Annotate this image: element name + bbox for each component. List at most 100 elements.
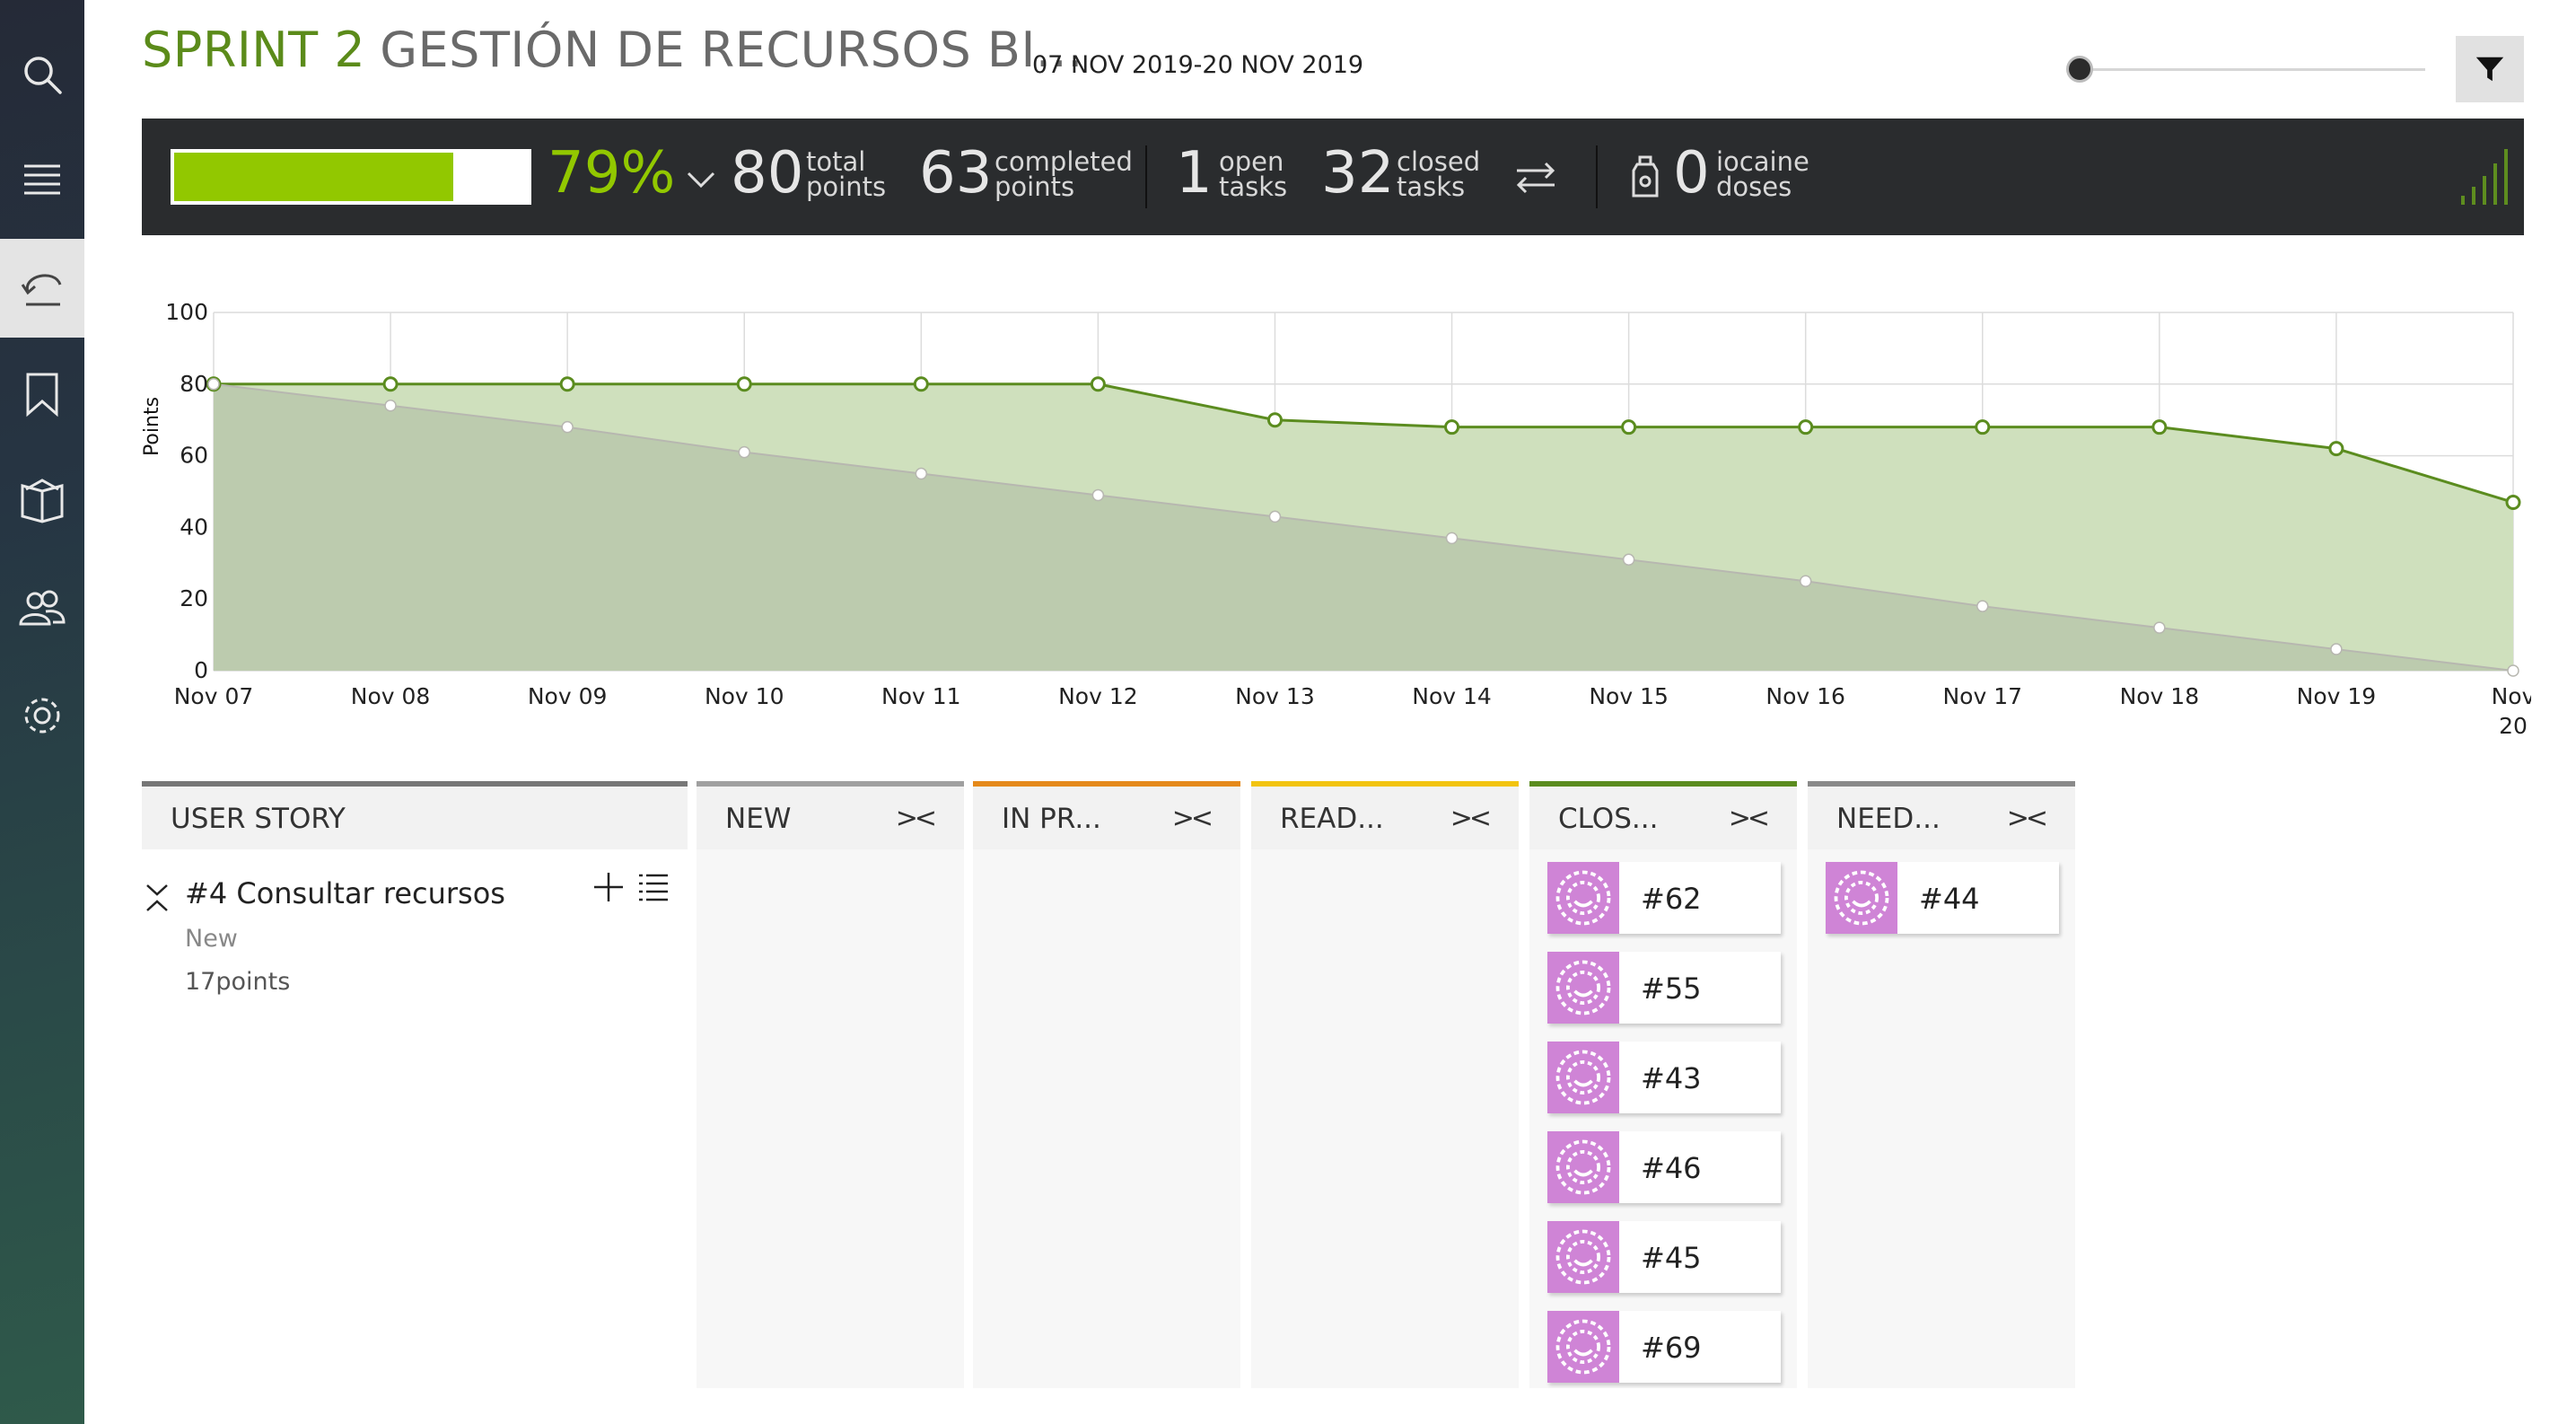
filter-button[interactable]: [2456, 36, 2524, 102]
nav-wiki[interactable]: [0, 451, 84, 549]
avatar[interactable]: [1547, 952, 1619, 1024]
task-ref[interactable]: #62: [1641, 882, 1702, 916]
data-point-1: [1799, 575, 1812, 587]
task-card[interactable]: #45: [1547, 1221, 1781, 1293]
summary-divider: [1596, 145, 1598, 208]
data-point-0: [913, 376, 929, 392]
task-ref[interactable]: #55: [1641, 971, 1702, 1006]
user-story-status[interactable]: New: [185, 925, 238, 953]
x-tick-label: Nov 19: [2297, 683, 2377, 709]
nav-team[interactable]: [0, 558, 84, 657]
burndown-chart: 020406080100 Nov 07 Nov 08 Nov 09 Nov 10 Nov…: [141, 299, 2531, 739]
completed-label-2: points: [994, 171, 1075, 202]
fold-column-icon[interactable]: ><: [2007, 803, 2048, 834]
data-point-1: [915, 467, 928, 480]
task-card[interactable]: #62: [1547, 862, 1781, 934]
x-tick-label: Nov 14: [1412, 683, 1492, 709]
completed-points-value: 63: [919, 140, 993, 207]
zoom-slider[interactable]: [2066, 56, 2425, 83]
fold-column-icon[interactable]: ><: [1729, 803, 1770, 834]
add-task-icon[interactable]: [592, 871, 625, 903]
search-icon: [24, 57, 62, 94]
total-label-2: points: [806, 171, 887, 202]
column-header-needs-info: NEED... ><: [1808, 781, 2075, 849]
data-point-0: [382, 376, 399, 392]
sprint-summary: 79% 80 total points 63 completed points 1 …: [142, 119, 2524, 235]
x-tick-label: Nov 12: [1058, 683, 1138, 709]
avatar[interactable]: [1547, 1042, 1619, 1113]
sidebar: [0, 0, 84, 1424]
sprint-name: SPRINT 2: [142, 22, 366, 78]
collapse-story-icon[interactable]: [144, 878, 171, 914]
y-tick-label: 20: [180, 585, 208, 611]
page-title: SPRINT 2 GESTIÓN DE RECURSOS BI...: [142, 22, 1083, 93]
column-header-user-story: USER STORY: [142, 781, 688, 849]
x-tick-label: Nov 20: [2492, 683, 2531, 739]
task-card[interactable]: #55: [1547, 952, 1781, 1024]
open-label-2: tasks: [1219, 171, 1288, 202]
data-point-0: [1975, 419, 1991, 435]
zoom-knob[interactable]: [2066, 56, 2093, 83]
data-point-1: [2153, 621, 2166, 634]
sprint-icon: [21, 274, 62, 306]
open-tasks-label: open tasks: [1219, 149, 1288, 202]
avatar[interactable]: [1547, 1221, 1619, 1293]
zoom-track[interactable]: [2084, 68, 2425, 71]
data-point-1: [384, 399, 397, 412]
column-header-in-progress: IN PR... ><: [973, 781, 1240, 849]
nav-backlog[interactable]: [0, 131, 84, 230]
x-tick-label: Nov 08: [351, 683, 431, 709]
data-point-1: [738, 445, 750, 459]
swap-icon[interactable]: [1513, 158, 1558, 196]
avatar[interactable]: [1826, 862, 1897, 934]
nav-settings[interactable]: [0, 666, 84, 765]
x-tick-label: Nov 18: [2120, 683, 2200, 709]
nav-bookmarks[interactable]: [0, 345, 84, 444]
y-axis-label: Points: [141, 397, 163, 456]
task-ref[interactable]: #46: [1641, 1151, 1702, 1185]
chevron-down-icon[interactable]: [686, 169, 716, 190]
open-tasks-value: 1: [1176, 140, 1213, 207]
data-point-0: [559, 376, 575, 392]
completed-points-label: completed points: [994, 149, 1133, 202]
fold-column-icon[interactable]: ><: [1450, 803, 1492, 834]
avatar[interactable]: [1547, 862, 1619, 934]
column-label: IN PR...: [1002, 803, 1101, 835]
bookmark-icon: [26, 373, 58, 418]
task-ref[interactable]: #44: [1919, 882, 1980, 916]
data-point-0: [2505, 494, 2521, 510]
data-point-1: [2507, 664, 2519, 677]
column-header-new: NEW ><: [697, 781, 964, 849]
fold-column-icon[interactable]: ><: [896, 803, 937, 834]
task-card[interactable]: #46: [1547, 1131, 1781, 1203]
y-tick-label: 60: [180, 443, 208, 469]
x-tick-label: Nov 15: [1589, 683, 1669, 709]
fold-column-icon[interactable]: ><: [1172, 803, 1214, 834]
task-card[interactable]: #44: [1826, 862, 2059, 934]
closed-label-2: tasks: [1397, 171, 1466, 202]
nav-sprint[interactable]: [0, 239, 84, 338]
data-point-1: [1091, 488, 1105, 502]
column-body-new: [697, 849, 964, 1388]
project-name[interactable]: GESTIÓN DE RECURSOS BI...: [380, 22, 1083, 78]
graph-toggle-icon[interactable]: [2458, 144, 2508, 208]
task-ref[interactable]: #69: [1641, 1331, 1702, 1365]
user-story-title[interactable]: #4 Consultar recursos: [185, 876, 505, 910]
data-point-0: [2328, 441, 2344, 457]
x-tick-label: Nov 17: [1942, 683, 2022, 709]
avatar[interactable]: [1547, 1131, 1619, 1203]
data-point-1: [1976, 600, 1989, 612]
x-tick-label: Nov 07: [174, 683, 254, 709]
nav-search[interactable]: [0, 25, 84, 124]
bulk-add-icon[interactable]: [637, 871, 670, 903]
column-label: NEED...: [1836, 803, 1941, 835]
column-label: NEW: [725, 803, 792, 835]
column-label: CLOS...: [1558, 803, 1659, 835]
iocaine-label-2: doses: [1716, 171, 1792, 202]
task-ref[interactable]: #43: [1641, 1061, 1702, 1095]
task-card[interactable]: #69: [1547, 1311, 1781, 1383]
task-ref[interactable]: #45: [1641, 1241, 1702, 1275]
avatar[interactable]: [1547, 1311, 1619, 1383]
total-points-label: total points: [806, 149, 887, 202]
task-card[interactable]: #43: [1547, 1042, 1781, 1113]
